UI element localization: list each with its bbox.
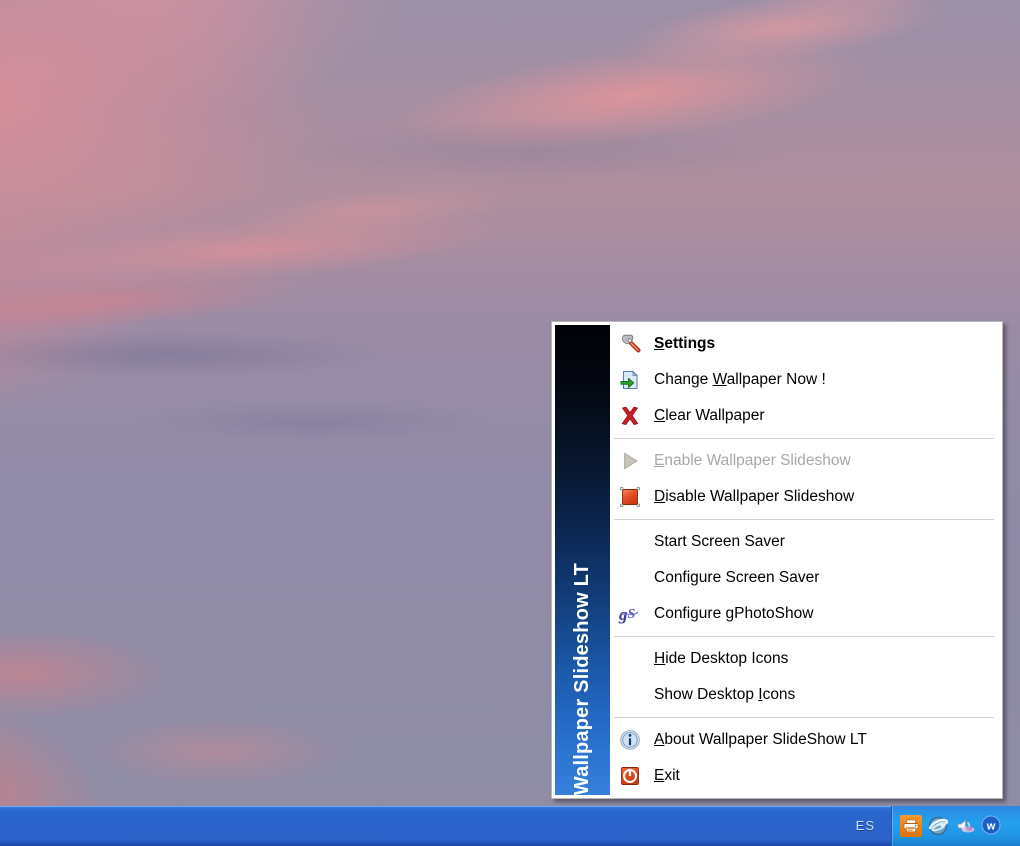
menu-item-label: Clear Wallpaper [654,407,765,425]
menu-item-label: Exit [654,767,680,785]
separator-1 [614,438,994,439]
separator-3 [614,636,994,637]
printer-icon[interactable] [900,815,922,837]
gphotoshow-icon: g S [617,601,643,627]
menu-item-show-desktop-icons[interactable]: Show Desktop Icons [610,677,1002,713]
menu-item-no-icon [617,646,643,672]
menu-item-configure-gphotoshow[interactable]: g S Configure gPhotoShow [610,596,1002,632]
menu-item-about-wallpaper-slideshow-lt[interactable]: About Wallpaper SlideShow LT [610,722,1002,758]
menu-item-label: About Wallpaper SlideShow LT [654,731,867,749]
menu-item-start-screen-saver[interactable]: Start Screen Saver [610,524,1002,560]
red-x-icon [617,403,643,429]
change-wallpaper-icon [617,367,643,393]
tray-context-menu[interactable]: Wallpaper Slideshow LT Settings Change W… [551,321,1003,799]
menu-item-label: Change Wallpaper Now ! [654,371,826,389]
info-icon [617,727,643,753]
menu-item-no-icon [617,565,643,591]
svg-text:w: w [986,821,996,833]
play-icon [617,448,643,474]
internet-explorer-icon[interactable] [927,815,949,837]
menu-item-label: Show Desktop Icons [654,686,796,704]
winamp-w-icon[interactable]: w [981,815,1003,837]
menu-item-configure-screen-saver[interactable]: Configure Screen Saver [610,560,1002,596]
separator-4 [614,717,994,718]
menu-item-no-icon [617,682,643,708]
power-icon [617,763,643,789]
menu-item-label: Start Screen Saver [654,533,785,551]
taskbar[interactable]: ES w [0,806,1020,846]
wrench-screwdriver-icon [617,331,643,357]
system-tray[interactable]: w [891,806,1020,846]
menu-item-label: Configure Screen Saver [654,569,820,587]
menu-item-clear-wallpaper[interactable]: Clear Wallpaper [610,398,1002,434]
language-indicator[interactable]: ES [856,818,875,835]
menu-banner-label: Wallpaper Slideshow LT [571,562,593,795]
menu-item-hide-desktop-icons[interactable]: Hide Desktop Icons [610,641,1002,677]
menu-banner: Wallpaper Slideshow LT [555,325,610,795]
menu-item-label: Settings [654,335,716,353]
menu-item-label: Disable Wallpaper Slideshow [654,488,855,506]
menu-item-label: Enable Wallpaper Slideshow [654,452,851,470]
menu-item-settings[interactable]: Settings [610,326,1002,362]
separator-2 [614,519,994,520]
menu-item-disable-wallpaper-slideshow[interactable]: Disable Wallpaper Slideshow [610,479,1002,515]
menu-item-enable-wallpaper-slideshow: Enable Wallpaper Slideshow [610,443,1002,479]
menu-item-list: Settings Change Wallpaper Now ! Clear Wa… [610,322,1002,798]
volume-icon[interactable] [954,815,976,837]
menu-banner-inner: Wallpaper Slideshow LT [555,325,610,795]
menu-item-exit[interactable]: Exit [610,758,1002,794]
screen: Wallpaper Slideshow LT Settings Change W… [0,0,1020,846]
stop-icon [617,484,643,510]
menu-item-label: Hide Desktop Icons [654,650,789,668]
menu-item-label: Configure gPhotoShow [654,605,814,623]
menu-item-no-icon [617,529,643,555]
menu-item-change-wallpaper-now[interactable]: Change Wallpaper Now ! [610,362,1002,398]
